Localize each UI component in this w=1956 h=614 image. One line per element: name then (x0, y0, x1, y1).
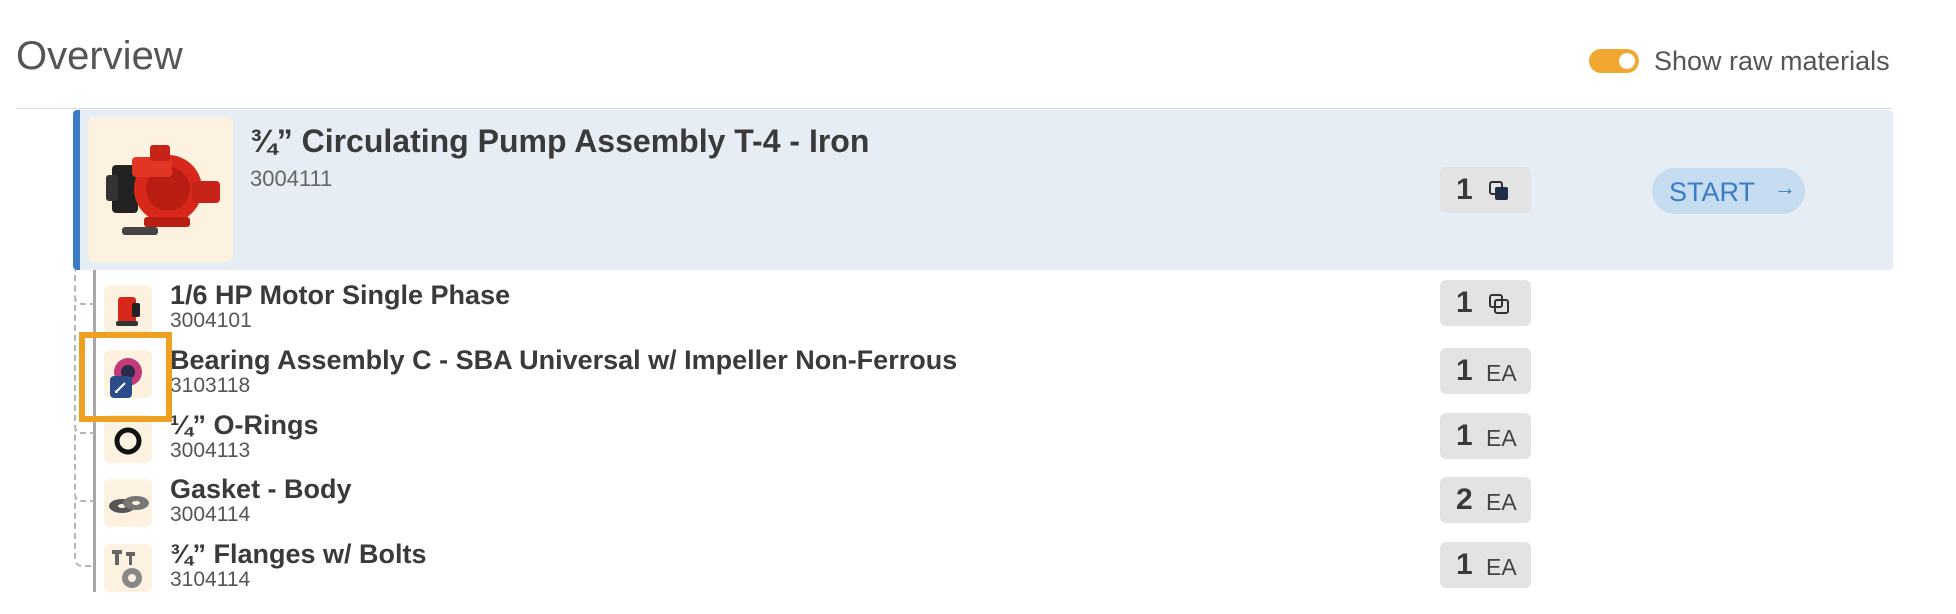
tree-branch (74, 430, 94, 502)
component-row[interactable]: ¼” O-Rings 3004113 1 EA (100, 410, 1531, 468)
tree-branch (74, 300, 94, 434)
component-qty: 1 (1456, 419, 1473, 452)
edit-icon[interactable] (110, 376, 132, 398)
component-code: 3004101 (170, 309, 252, 332)
component-row[interactable]: Bearing Assembly C - SBA Universal w/ Im… (100, 345, 1531, 403)
component-unit: EA (1486, 360, 1517, 386)
component-qty: 1 (1456, 286, 1473, 319)
toggle-knob (1619, 53, 1635, 69)
tree-branch (74, 498, 94, 567)
start-label: START (1669, 177, 1756, 207)
flange-icon (112, 550, 142, 588)
gasket-icon (109, 496, 149, 513)
component-qty: 1 (1456, 354, 1473, 387)
component-qty-badge: 1 EA (1440, 348, 1531, 394)
gasket-thumbnail (104, 479, 152, 527)
parent-qty-badge: 1 (1440, 167, 1531, 213)
pump-thumbnail (88, 117, 233, 262)
component-name: ¼” O-Rings (170, 410, 319, 440)
copy-stack-icon (1489, 181, 1508, 200)
component-code: 3004114 (170, 503, 251, 526)
pump-icon (106, 145, 220, 235)
o-ring-thumbnail (104, 415, 152, 463)
flange-thumbnail (104, 544, 152, 592)
component-qty-badge: 1 (1440, 280, 1531, 326)
component-qty-badge: 1 EA (1440, 413, 1531, 459)
component-qty: 1 (1456, 548, 1473, 581)
show-raw-materials-toggle[interactable] (1589, 49, 1639, 73)
start-button[interactable]: START → (1652, 168, 1805, 214)
copy-stack-icon (1489, 294, 1509, 314)
component-row[interactable]: 1/6 HP Motor Single Phase 3004101 1 (100, 280, 1531, 338)
component-code: 3103118 (170, 374, 251, 397)
page-title: Overview (16, 34, 183, 78)
motor-icon (116, 297, 140, 326)
parent-assembly-row[interactable]: ¾” Circulating Pump Assembly T-4 - Iron … (73, 110, 1893, 270)
parent-code: 3004111 (250, 166, 333, 191)
component-code: 3004113 (170, 439, 251, 462)
component-qty-badge: 1 EA (1440, 542, 1531, 588)
component-unit: EA (1486, 554, 1517, 580)
toggle-label: Show raw materials (1654, 46, 1890, 76)
component-unit: EA (1486, 425, 1517, 451)
component-row[interactable]: ¾” Flanges w/ Bolts 3104114 1 EA (100, 539, 1531, 597)
row-accent-bar (73, 110, 80, 270)
component-row[interactable]: Gasket - Body 3004114 2 EA (100, 474, 1531, 532)
parent-name: ¾” Circulating Pump Assembly T-4 - Iron (250, 123, 870, 159)
component-unit: EA (1486, 489, 1517, 515)
o-ring-icon (114, 427, 142, 455)
header-divider (16, 108, 1892, 109)
component-qty-badge: 2 EA (1440, 477, 1531, 523)
parent-qty: 1 (1456, 173, 1473, 206)
component-name: 1/6 HP Motor Single Phase (170, 280, 511, 310)
arrow-right-icon: → (1774, 175, 1796, 200)
component-name: Gasket - Body (170, 474, 352, 504)
component-name: Bearing Assembly C - SBA Universal w/ Im… (170, 345, 958, 375)
component-code: 3104114 (170, 568, 251, 591)
motor-thumbnail (104, 285, 152, 333)
component-name: ¾” Flanges w/ Bolts (170, 539, 427, 569)
component-qty: 2 (1456, 483, 1473, 516)
